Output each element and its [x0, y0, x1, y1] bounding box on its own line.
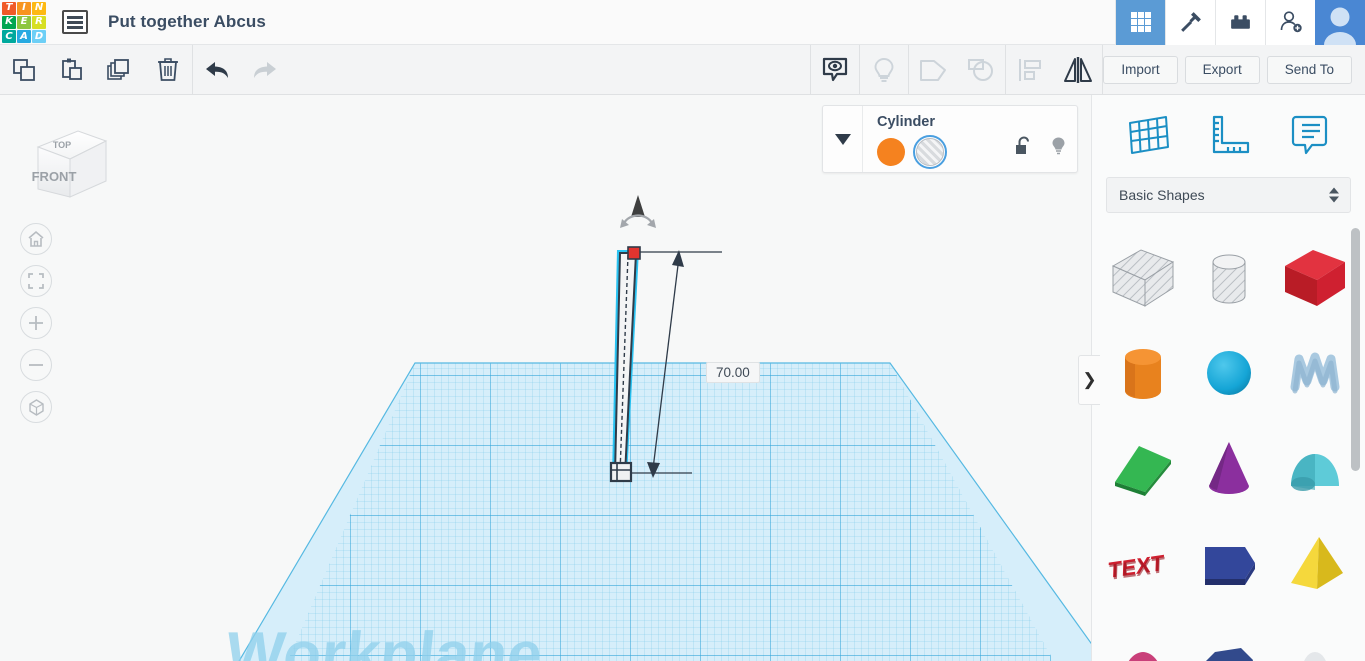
shape-item-hole-cylinder[interactable] [1186, 231, 1272, 326]
object-panel-body: Cylinder [863, 106, 1077, 172]
menu-line [67, 20, 83, 24]
shape-item-scribble[interactable] [1272, 326, 1358, 421]
copy-icon[interactable] [0, 45, 48, 95]
tinkercad-logo[interactable]: T I N K E R C A D [2, 1, 46, 44]
logo-tile-C: C [2, 30, 16, 44]
shapes-scrollbar-thumb[interactable] [1351, 228, 1360, 471]
shape-item-text[interactable]: TEXT TEXT [1100, 516, 1186, 611]
shapes-scrollbar-track[interactable] [1351, 225, 1363, 661]
add-person-icon[interactable] [1265, 0, 1315, 45]
file-actions: Import Export Send To [1103, 55, 1352, 84]
duplicate-icon[interactable] [96, 45, 144, 95]
logo-tile-T: T [2, 1, 16, 15]
object-panel-icons [1015, 136, 1067, 161]
gallery-grid-icon[interactable] [1115, 0, 1165, 45]
workplane-icon[interactable] [1121, 109, 1175, 161]
list-menu-icon[interactable] [62, 10, 88, 34]
hammer-icon[interactable] [1165, 0, 1215, 45]
menu-line [67, 15, 83, 19]
unlock-icon[interactable] [1015, 136, 1032, 161]
send-to-button[interactable]: Send To [1266, 55, 1352, 84]
dimension-label[interactable]: 70.00 [706, 362, 760, 383]
logo-tile-N: N [32, 1, 46, 15]
view-cube[interactable]: TOP FRONT [18, 115, 110, 207]
logo-tile-R: R [32, 15, 46, 30]
workplane-grid[interactable]: Workplane [0, 95, 1091, 661]
tinkercad-app: T I N K E R C A D Put together Abcus Imp… [0, 0, 1365, 661]
workplane-watermark-text: Workplane [223, 620, 546, 661]
logo-tile-A: A [17, 30, 31, 44]
view-tools [811, 44, 1102, 95]
delete-trash-icon[interactable] [144, 45, 192, 95]
chevron-down-icon [834, 133, 851, 145]
ruler-icon[interactable] [1201, 109, 1255, 161]
mirror-icon[interactable] [1054, 45, 1102, 95]
import-button[interactable]: Import [1103, 55, 1178, 84]
stepper-arrows-icon [1329, 187, 1339, 203]
avatar[interactable] [1315, 0, 1365, 45]
lightbulb-icon [860, 45, 908, 95]
top-bar: T I N K E R C A D Put together Abcus [0, 0, 1365, 45]
ortho-perspective-icon[interactable] [20, 391, 52, 423]
ungroup-icon [957, 45, 1005, 95]
menu-line [67, 25, 83, 29]
show-hide-eye-icon[interactable] [811, 45, 859, 95]
page-title[interactable]: Put together Abcus [108, 12, 266, 32]
history-tools [193, 45, 289, 95]
home-view-icon[interactable] [20, 223, 52, 255]
zoom-out-icon[interactable] [20, 349, 52, 381]
blocks-icon[interactable] [1215, 0, 1265, 45]
shape-item-box[interactable] [1272, 231, 1358, 326]
panel-collapse-tab[interactable]: ❯ [1078, 355, 1100, 405]
object-inspector-panel: Cylinder [822, 105, 1078, 173]
align-icon [1006, 45, 1054, 95]
hole-swatch[interactable] [913, 135, 947, 169]
paste-icon[interactable] [48, 45, 96, 95]
object-name: Cylinder [877, 114, 936, 130]
shape-item-egg[interactable] [1272, 611, 1358, 661]
shape-item-hole-box[interactable] [1100, 231, 1186, 326]
zoom-in-icon[interactable] [20, 307, 52, 339]
shapes-side-panel: Basic Shapes TEXT TEXT [1091, 95, 1365, 661]
group-icon [909, 45, 957, 95]
logo-tile-D: D [32, 30, 46, 44]
shape-item-hexagon-prism[interactable] [1186, 611, 1272, 661]
header-right-icons [1115, 0, 1365, 45]
shape-item-cone[interactable] [1186, 421, 1272, 516]
shape-item-roof-wedge[interactable] [1100, 421, 1186, 516]
shape-category-select[interactable]: Basic Shapes [1106, 177, 1351, 213]
rotation-handle [620, 195, 656, 228]
panel-tool-icons [1092, 101, 1365, 169]
note-icon[interactable] [1282, 109, 1336, 161]
solid-color-swatch[interactable] [877, 138, 905, 166]
export-button[interactable]: Export [1184, 55, 1260, 84]
shape-item-paraboloid[interactable] [1100, 611, 1186, 661]
collapse-panel-caret[interactable] [823, 106, 863, 172]
fit-to-view-icon[interactable] [20, 265, 52, 297]
clipboard-tools [0, 45, 192, 95]
viewcube-top-label: TOP [53, 140, 71, 150]
main-toolbar: Import Export Send To [0, 44, 1365, 95]
lightbulb-icon[interactable] [1050, 136, 1067, 161]
3d-viewport[interactable]: Workplane TOP FRONT 70.00 [0, 95, 1091, 661]
logo-tile-K: K [2, 15, 16, 30]
shape-item-sphere[interactable] [1186, 326, 1272, 421]
shape-category-value: Basic Shapes [1119, 187, 1205, 203]
shape-item-pyramid[interactable] [1272, 516, 1358, 611]
redo-icon [241, 45, 289, 95]
shape-item-cylinder[interactable] [1100, 326, 1186, 421]
undo-icon[interactable] [193, 45, 241, 95]
shape-item-polygon-extrusion[interactable] [1186, 516, 1272, 611]
shape-item-half-cylinder[interactable] [1272, 421, 1358, 516]
viewcube-front-label: FRONT [32, 169, 77, 184]
viewport-nav-buttons [20, 223, 52, 423]
logo-tile-I: I [17, 1, 31, 15]
shapes-scroll-area[interactable]: TEXT TEXT [1092, 225, 1365, 661]
shapes-grid: TEXT TEXT [1092, 225, 1365, 661]
logo-tile-E: E [17, 15, 31, 30]
